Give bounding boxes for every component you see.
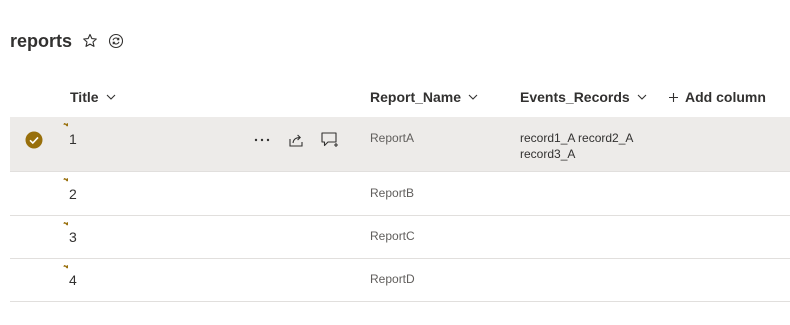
column-header-report-name-label: Report_Name bbox=[370, 89, 462, 105]
row-title[interactable]: 2 bbox=[69, 186, 77, 202]
plus-icon bbox=[668, 92, 679, 103]
chevron-down-icon bbox=[467, 91, 479, 103]
column-header-events-records[interactable]: Events_Records bbox=[520, 78, 648, 116]
row-title[interactable]: 4 bbox=[69, 272, 77, 288]
table-row[interactable]: 3 ReportC bbox=[10, 216, 790, 259]
table-row[interactable]: 1 ReportA record1_A record2_A record3_A bbox=[10, 117, 790, 172]
page-title: reports bbox=[10, 30, 73, 51]
column-header-events-records-label: Events_Records bbox=[520, 89, 630, 105]
new-item-icon bbox=[63, 178, 71, 186]
row-report-name: ReportC bbox=[370, 229, 415, 243]
column-header-title[interactable]: Title bbox=[70, 78, 117, 116]
chevron-down-icon bbox=[105, 91, 117, 103]
star-icon[interactable] bbox=[82, 33, 98, 49]
row-report-name: ReportA bbox=[370, 131, 415, 145]
row-report-name: ReportB bbox=[370, 186, 415, 200]
row-events-records: record1_A record2_A record3_A bbox=[520, 131, 633, 161]
comment-icon[interactable] bbox=[318, 129, 342, 151]
row-actions bbox=[250, 129, 352, 151]
add-column-label: Add column bbox=[685, 89, 766, 105]
chevron-down-icon bbox=[636, 91, 648, 103]
table-row[interactable]: 4 ReportD bbox=[10, 259, 790, 302]
checkmark-circle-icon[interactable] bbox=[25, 131, 43, 149]
column-header-row: Title Report_Name Events_Records Add col… bbox=[10, 78, 790, 116]
row-report-name: ReportD bbox=[370, 272, 415, 286]
row-title[interactable]: 1 bbox=[69, 131, 77, 147]
column-header-report-name[interactable]: Report_Name bbox=[370, 78, 479, 116]
new-item-icon bbox=[63, 123, 71, 131]
table-row[interactable]: 2 ReportB bbox=[10, 172, 790, 216]
column-header-title-label: Title bbox=[70, 89, 99, 105]
share-icon[interactable] bbox=[284, 129, 308, 151]
sync-icon[interactable] bbox=[108, 33, 124, 49]
more-icon[interactable] bbox=[250, 129, 274, 151]
add-column-button[interactable]: Add column bbox=[668, 78, 766, 116]
row-title[interactable]: 3 bbox=[69, 229, 77, 245]
list-header: reports bbox=[10, 28, 124, 54]
